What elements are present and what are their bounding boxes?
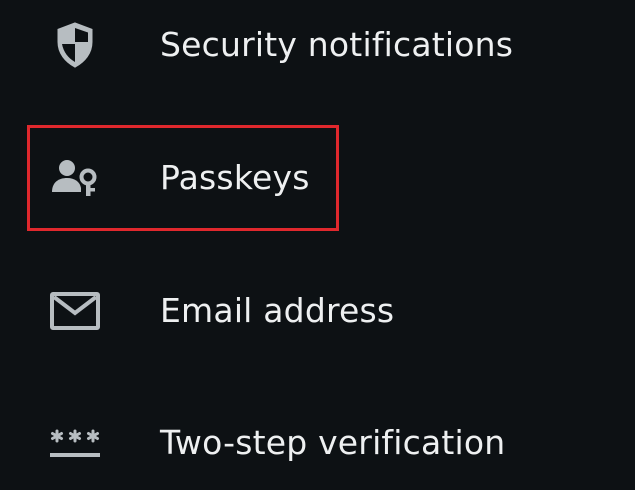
menu-item-two-step-verification[interactable]: Two-step verification [0,398,635,488]
shield-icon [44,20,106,70]
menu-item-security-notifications[interactable]: Security notifications [0,0,635,90]
menu-item-label: Email address [160,291,395,330]
user-key-icon [44,153,106,203]
mail-icon [44,286,106,336]
menu-item-label: Security notifications [160,25,514,64]
settings-menu: Security notifications Passkeys Email ad… [0,0,635,490]
menu-item-label: Two-step verification [160,423,506,462]
menu-item-email-address[interactable]: Email address [0,266,635,356]
password-asterisks-icon [44,418,106,468]
menu-item-passkeys[interactable]: Passkeys [0,133,635,223]
menu-item-label: Passkeys [160,158,310,197]
